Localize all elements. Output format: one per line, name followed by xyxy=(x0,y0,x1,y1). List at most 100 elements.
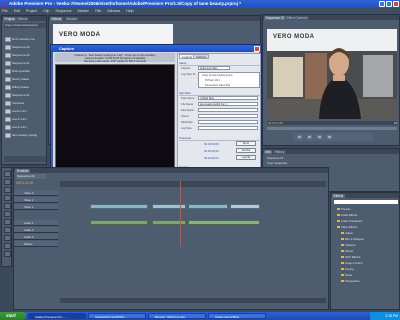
track-header[interactable]: Master xyxy=(14,241,58,247)
menu-window[interactable]: Window xyxy=(107,9,120,13)
taskbar-item[interactable]: Blogger: Welcome Aid... xyxy=(148,313,206,319)
set-in-button[interactable]: Set In xyxy=(236,141,256,146)
minimize-button[interactable] xyxy=(379,1,385,7)
slide-tool-icon[interactable] xyxy=(4,227,11,233)
list-item[interactable]: event 4.avi xyxy=(5,124,43,131)
description-field[interactable] xyxy=(198,108,258,112)
maximize-button[interactable] xyxy=(386,1,392,7)
effects-folder[interactable]: Adjust xyxy=(341,231,353,235)
effects-folder[interactable]: Audio Effects xyxy=(337,213,357,217)
audio-clip[interactable] xyxy=(152,220,186,225)
out-timecode[interactable]: 00;00;00;00 xyxy=(204,149,219,153)
timeline-timecode[interactable]: 00;01;21;28 xyxy=(16,181,33,185)
play-icon[interactable] xyxy=(307,135,312,139)
tab-history[interactable]: History xyxy=(273,149,286,154)
track-header[interactable]: Audio 1 xyxy=(14,220,58,226)
effects-folder[interactable]: Distort xyxy=(341,249,353,253)
bin-item[interactable]: Somerview Video File xyxy=(205,84,230,87)
video-clip[interactable] xyxy=(90,204,148,209)
log-note-field[interactable] xyxy=(198,126,258,130)
list-item[interactable]: Dick specialtr xyxy=(5,68,43,75)
tab-info[interactable]: Info xyxy=(264,149,273,154)
video-clip[interactable] xyxy=(152,204,186,209)
playhead[interactable] xyxy=(180,181,181,247)
list-item[interactable]: Sequence 01 xyxy=(5,92,43,99)
list-item[interactable]: Sequence 02 xyxy=(5,52,43,59)
list-item[interactable]: Rob coreway ma xyxy=(5,36,43,43)
list-item[interactable]: Sequence 01 xyxy=(5,60,43,67)
menu-sequence[interactable]: Sequence xyxy=(55,9,71,13)
video-clip[interactable] xyxy=(230,204,260,209)
pen-tool-icon[interactable] xyxy=(4,235,11,241)
track-header[interactable]: Audio 3 xyxy=(14,234,58,240)
duration-timecode[interactable]: 00;00;00;01 xyxy=(204,156,219,160)
loop-icon[interactable] xyxy=(327,135,332,139)
effects-folder[interactable]: Channel xyxy=(341,243,355,247)
effects-folder[interactable]: GPU Effects xyxy=(341,255,360,259)
effects-folder[interactable]: Image Control xyxy=(341,261,363,265)
in-timecode[interactable]: 00;00;00;00 xyxy=(204,142,219,146)
razor-tool-icon[interactable] xyxy=(4,211,11,217)
track-header[interactable]: Video 1 xyxy=(14,204,58,210)
effects-folder[interactable]: Audio Transitions xyxy=(337,219,362,223)
list-item[interactable]: Nancy Dates xyxy=(5,76,43,83)
audio-clip[interactable] xyxy=(90,220,148,225)
step-forward-icon[interactable] xyxy=(317,135,322,139)
selection-tool-icon[interactable] xyxy=(4,171,11,177)
menu-clip[interactable]: Clip xyxy=(43,9,49,13)
bin-item[interactable]: PVCam Vol 1 xyxy=(205,79,220,82)
list-item[interactable]: Hillary Dates xyxy=(5,84,43,91)
tab-effects-panel[interactable]: Effects xyxy=(332,193,345,198)
monitor-scrub-bar[interactable] xyxy=(267,127,397,130)
bin-item[interactable]: Copy of tane beauty.prproj xyxy=(202,74,232,77)
effects-folder[interactable]: Keying xyxy=(341,267,354,271)
zoom-tool-icon[interactable] xyxy=(4,251,11,257)
capture-select[interactable]: Audio and Video xyxy=(198,66,230,70)
log-clip-button[interactable]: Log Clip xyxy=(236,155,256,160)
slip-tool-icon[interactable] xyxy=(4,219,11,225)
effects-folder[interactable]: Presets xyxy=(337,207,350,211)
menu-file[interactable]: File xyxy=(2,9,8,13)
list-item[interactable]: event 3.avi xyxy=(5,116,43,123)
clip-name-field[interactable]: tane beauty spotlig Fun 1 xyxy=(198,102,258,106)
effects-search-input[interactable] xyxy=(334,200,398,204)
list-item[interactable]: tane beauty spotlig xyxy=(5,132,43,139)
set-out-button[interactable]: Set Out xyxy=(236,148,256,153)
track-header[interactable]: Video 2 xyxy=(14,197,58,203)
ripple-edit-tool-icon[interactable] xyxy=(4,187,11,193)
tab-settings[interactable]: Settings xyxy=(193,54,210,59)
monitor-zoom[interactable]: Fit xyxy=(371,121,397,125)
capture-close-button[interactable] xyxy=(254,45,260,52)
rate-stretch-tool-icon[interactable] xyxy=(4,203,11,209)
track-select-tool-icon[interactable] xyxy=(4,179,11,185)
menu-title[interactable]: Title xyxy=(95,9,102,13)
step-back-icon[interactable] xyxy=(297,135,302,139)
tab-project[interactable]: Project xyxy=(3,16,16,21)
tab-timeline[interactable]: Timeline xyxy=(15,168,30,173)
list-item[interactable]: event 2.avi xyxy=(5,108,43,115)
track-header[interactable]: Video 3 xyxy=(14,190,58,196)
start-button[interactable]: start xyxy=(0,312,26,320)
capture-title-bar[interactable]: Capture xyxy=(51,45,261,52)
effects-folder[interactable]: Video Effects xyxy=(337,225,357,229)
taskbar-item[interactable]: Veeko-Home/Blog... xyxy=(208,313,266,319)
tab-monitor[interactable]: Monitor xyxy=(65,16,79,21)
window-title-bar[interactable]: Adobe Premiere Pro - Veeko-7/Home/2006/e… xyxy=(0,0,400,8)
monitor-video-frame[interactable]: VERO MODA xyxy=(267,29,397,119)
tape-name-field[interactable]: Untitled Tape xyxy=(198,96,258,100)
effects-folder[interactable]: Noise xyxy=(341,273,352,277)
effects-folder[interactable]: Perspective xyxy=(341,279,360,283)
tab-effect-controls[interactable]: Effect Controls xyxy=(285,15,309,20)
rolling-edit-tool-icon[interactable] xyxy=(4,195,11,201)
bin-tree[interactable]: Copy of tane beauty.prproj PVCam Vol 1 S… xyxy=(198,72,260,88)
scene-field[interactable] xyxy=(198,114,258,118)
menu-marker[interactable]: Marker xyxy=(78,9,89,13)
shot-field[interactable] xyxy=(198,120,258,124)
audio-clip[interactable] xyxy=(188,220,260,225)
track-header[interactable]: Audio 2 xyxy=(14,227,58,233)
timeline-scrollbar[interactable] xyxy=(60,298,326,303)
video-clip[interactable] xyxy=(188,204,228,209)
tab-effects[interactable]: Effects xyxy=(50,16,63,21)
tab-effects-project[interactable]: Effects xyxy=(16,16,29,21)
tab-sequence-monitor[interactable]: Sequence 01 xyxy=(264,15,286,20)
